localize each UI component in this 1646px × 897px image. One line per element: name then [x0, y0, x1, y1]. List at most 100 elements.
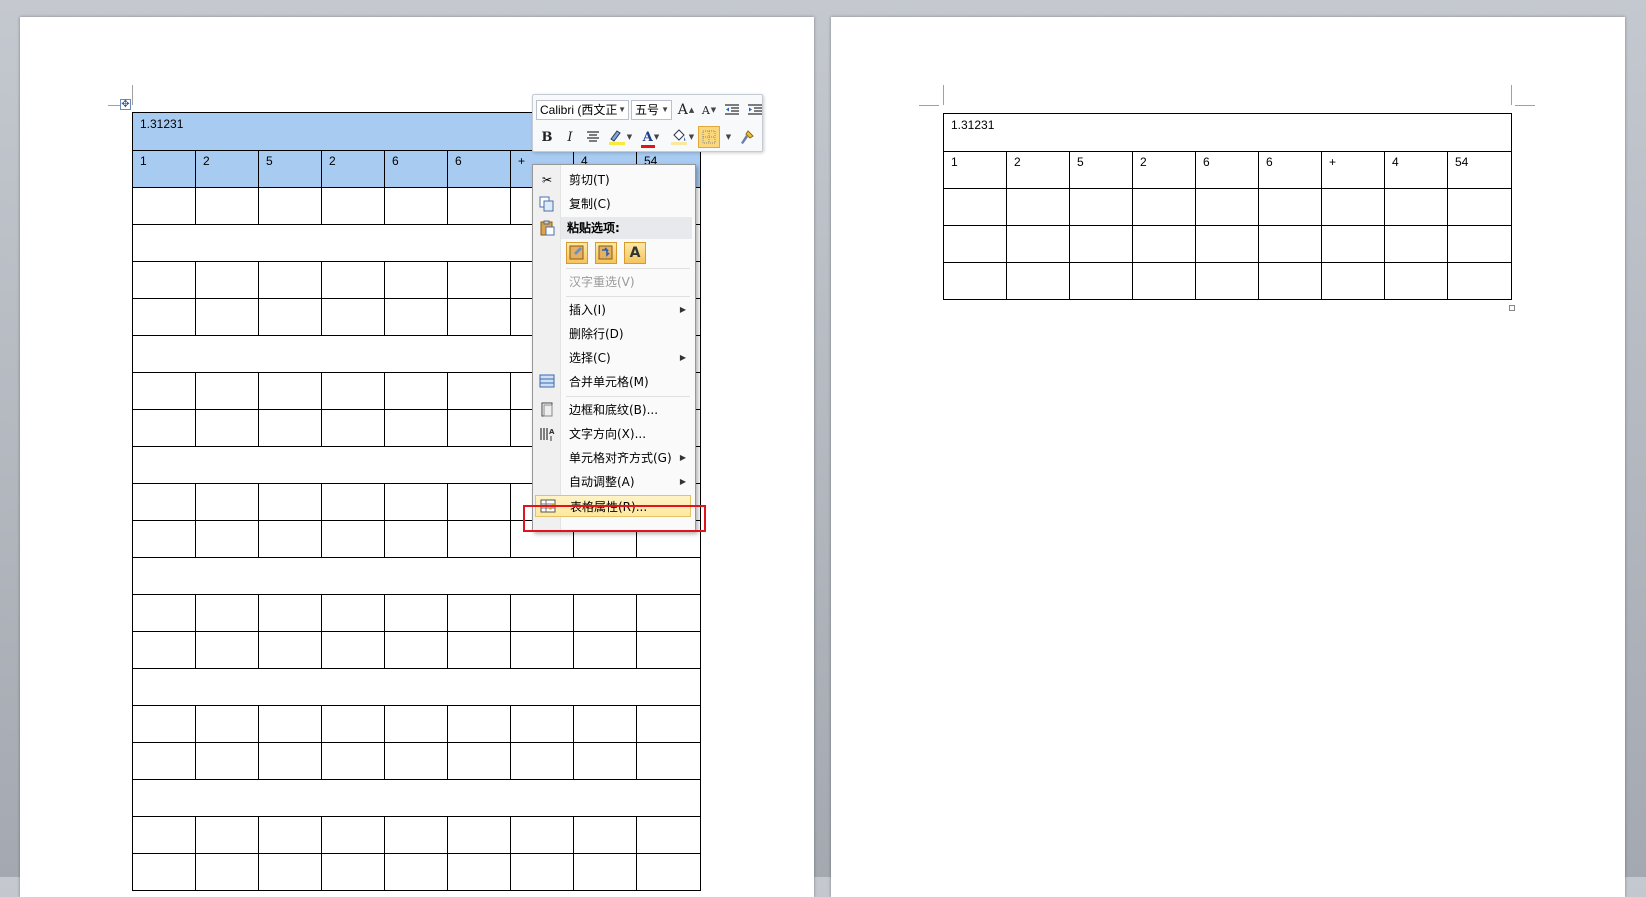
table-cell[interactable]	[573, 594, 637, 632]
table-cell[interactable]	[132, 631, 196, 669]
table-cell[interactable]: 6	[1258, 151, 1322, 189]
table-cell[interactable]	[1446, 188, 1513, 226]
table-resize-handle[interactable]	[1509, 305, 1515, 311]
table-cell[interactable]	[258, 409, 322, 447]
table-cell[interactable]	[510, 853, 574, 891]
table-cell[interactable]	[321, 483, 385, 521]
table-cell[interactable]	[1321, 225, 1385, 263]
table-cell[interactable]	[510, 594, 574, 632]
grow-font-button[interactable]: A ▲	[675, 99, 697, 121]
table-cell[interactable]	[384, 594, 448, 632]
table-cell[interactable]	[635, 742, 702, 780]
table-cell[interactable]	[447, 261, 511, 299]
paste-text-only-button[interactable]: A	[624, 242, 646, 264]
menu-item-cell-alignment[interactable]: 单元格对齐方式(G) ▶	[535, 447, 691, 469]
table-cell[interactable]	[1006, 225, 1070, 263]
table-cell[interactable]	[321, 409, 385, 447]
table-cell[interactable]	[195, 631, 259, 669]
table-cell[interactable]	[1132, 225, 1196, 263]
table-cell[interactable]	[321, 742, 385, 780]
table-cell[interactable]	[1321, 188, 1385, 226]
table-cell[interactable]	[258, 298, 322, 336]
table-cell[interactable]	[195, 187, 259, 225]
table-cell[interactable]	[510, 816, 574, 854]
table-cell[interactable]	[258, 631, 322, 669]
paste-keep-source-button[interactable]	[566, 242, 588, 264]
table-cell[interactable]	[1006, 262, 1070, 300]
table-title-cell[interactable]: 1.31231	[942, 113, 1513, 152]
table-cell[interactable]	[384, 816, 448, 854]
borders-dropdown[interactable]: ▼	[721, 126, 735, 148]
table-cell[interactable]	[510, 742, 574, 780]
table-cell[interactable]	[132, 520, 196, 558]
table-cell[interactable]	[1446, 262, 1513, 300]
table-cell[interactable]	[1384, 262, 1448, 300]
table-cell[interactable]	[321, 816, 385, 854]
menu-item-autofit[interactable]: 自动调整(A) ▶	[535, 471, 691, 493]
table-cell[interactable]	[447, 742, 511, 780]
table-cell[interactable]	[384, 631, 448, 669]
table-cell[interactable]: 1	[943, 151, 1007, 189]
table-cell[interactable]: 2	[1006, 151, 1070, 189]
table-cell[interactable]	[321, 705, 385, 743]
table-cell[interactable]	[195, 372, 259, 410]
table-cell[interactable]	[132, 483, 196, 521]
table-cell[interactable]	[132, 409, 196, 447]
increase-indent-button[interactable]	[744, 99, 766, 121]
table-cell[interactable]	[132, 705, 196, 743]
table-cell[interactable]	[635, 816, 702, 854]
table-cell[interactable]	[1069, 225, 1133, 263]
table-cell[interactable]: +	[1321, 151, 1385, 189]
table-cell[interactable]	[1069, 188, 1133, 226]
table-cell[interactable]	[447, 298, 511, 336]
table-cell[interactable]	[132, 594, 196, 632]
menu-item-text-direction[interactable]: A 文字方向(X)...	[535, 423, 691, 445]
table-cell[interactable]: 6	[384, 150, 448, 188]
table-cell[interactable]: 6	[1195, 151, 1259, 189]
table-cell[interactable]: 2	[195, 150, 259, 188]
table-cell[interactable]	[258, 520, 322, 558]
bold-button[interactable]: B	[536, 126, 558, 148]
table-cell[interactable]	[195, 483, 259, 521]
table-cell[interactable]	[573, 705, 637, 743]
table-cell[interactable]	[258, 372, 322, 410]
table-cell[interactable]: 5	[1069, 151, 1133, 189]
table-cell[interactable]	[447, 816, 511, 854]
menu-item-select[interactable]: 选择(C) ▶	[535, 347, 691, 369]
table-cell[interactable]	[384, 483, 448, 521]
table-cell[interactable]	[195, 261, 259, 299]
font-size-combo[interactable]: 五号 ▼	[631, 100, 672, 120]
font-name-combo[interactable]: Calibri (西文正 ▼	[536, 100, 629, 120]
table-cell[interactable]	[131, 668, 702, 706]
table-cell[interactable]	[321, 520, 385, 558]
table-cell[interactable]	[321, 298, 385, 336]
table-cell[interactable]	[384, 742, 448, 780]
table-cell[interactable]	[447, 483, 511, 521]
table-cell[interactable]	[1195, 225, 1259, 263]
table-cell[interactable]	[573, 853, 637, 891]
table-cell[interactable]	[384, 298, 448, 336]
table-cell[interactable]	[384, 187, 448, 225]
table-cell[interactable]	[1195, 262, 1259, 300]
table-cell[interactable]	[258, 742, 322, 780]
table-cell[interactable]	[321, 594, 385, 632]
decrease-indent-button[interactable]	[721, 99, 743, 121]
table-cell[interactable]	[258, 483, 322, 521]
table-cell[interactable]	[258, 705, 322, 743]
table-cell[interactable]	[258, 594, 322, 632]
menu-item-delete-row[interactable]: 删除行(D)	[535, 323, 691, 345]
table-cell[interactable]	[384, 261, 448, 299]
table-cell[interactable]	[1132, 188, 1196, 226]
table-cell[interactable]	[635, 631, 702, 669]
shading-button[interactable]: ▼	[667, 126, 697, 148]
table-cell[interactable]	[447, 372, 511, 410]
table-cell[interactable]	[1384, 225, 1448, 263]
table-cell[interactable]: 6	[447, 150, 511, 188]
table-cell[interactable]	[510, 631, 574, 669]
table-cell[interactable]	[573, 742, 637, 780]
table-cell[interactable]	[1195, 188, 1259, 226]
table-cell[interactable]	[447, 853, 511, 891]
table-cell[interactable]	[321, 187, 385, 225]
menu-item-copy[interactable]: 复制(C)	[535, 193, 691, 215]
table-move-handle-icon[interactable]: ✥	[120, 99, 131, 110]
